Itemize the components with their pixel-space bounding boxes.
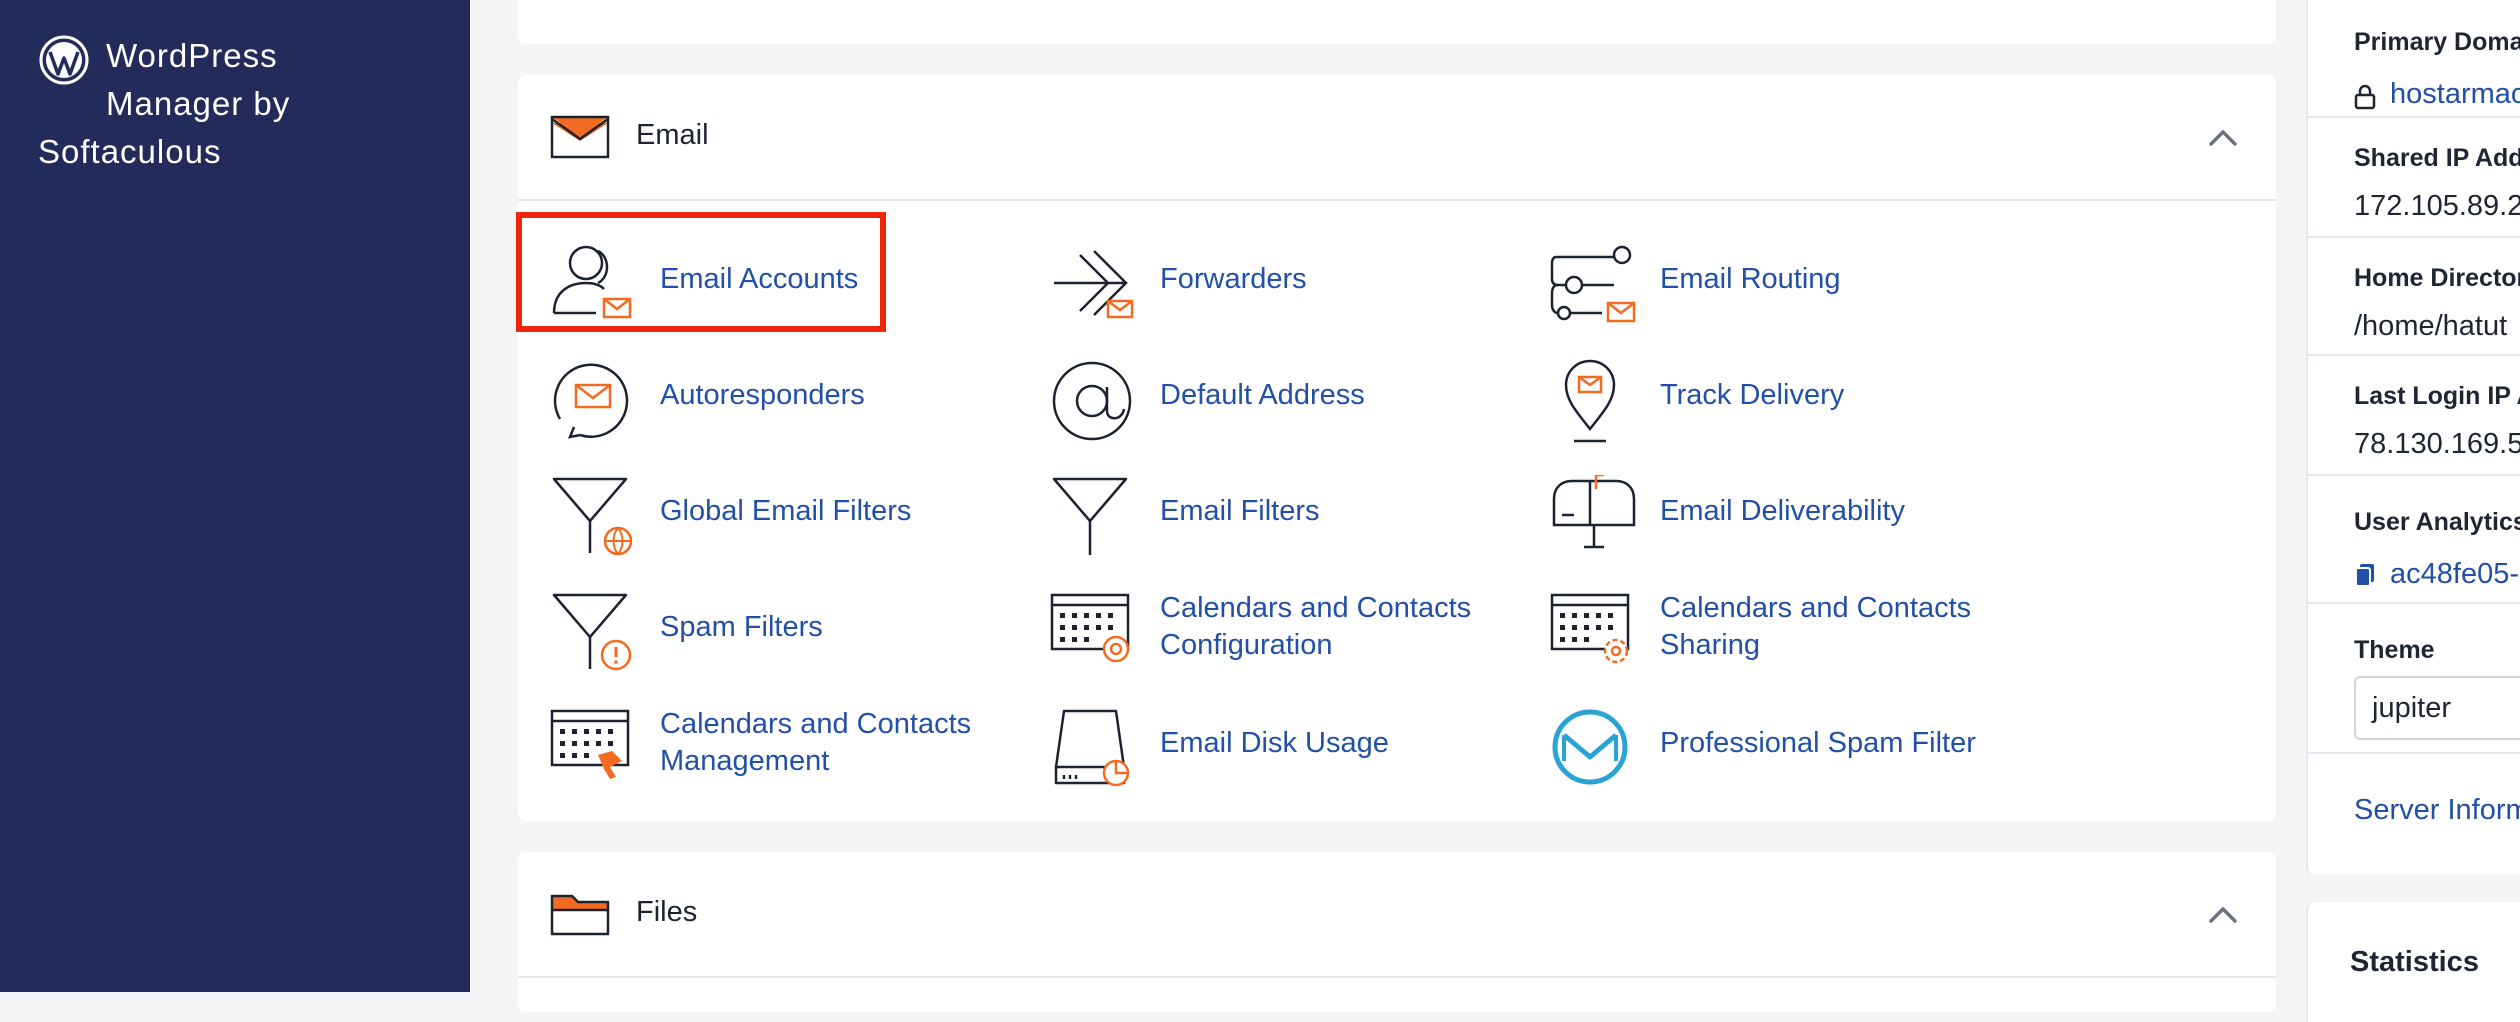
tool-professional-spam-filter[interactable]: Professional Spam Filter	[1550, 693, 2010, 793]
tool-label: Forwarders	[1160, 262, 1307, 295]
tool-label: Spam Filters	[660, 610, 823, 643]
tool-label: Calendars and Contacts Sharing	[1660, 592, 1972, 661]
shared-ip-row: Shared IP Addr 172.105.89.2	[2308, 118, 2520, 238]
spam-filters-icon	[552, 593, 632, 671]
tool-email-accounts[interactable]: Email Accounts	[550, 229, 1010, 329]
chevron-up-icon[interactable]	[2208, 127, 2238, 149]
user-analytics-value[interactable]: ac48fe05-	[2390, 558, 2519, 591]
envelope-icon	[550, 115, 610, 159]
files-section-header[interactable]: Files	[518, 852, 2276, 978]
tool-label: Email Filters	[1160, 494, 1320, 527]
tool-label: Email Accounts	[660, 262, 859, 295]
tool-label: Email Routing	[1660, 262, 1841, 295]
tool-email-disk-usage[interactable]: Email Disk Usage	[1050, 693, 1510, 793]
home-directory-value: /home/hatut	[2354, 310, 2508, 342]
primary-domain-label: Primary Doma	[2354, 28, 2520, 56]
shared-ip-value: 172.105.89.2	[2354, 190, 2520, 222]
tool-forwarders[interactable]: Forwarders	[1050, 229, 1510, 329]
sidebar-item-label-line3: Softaculous	[38, 133, 222, 170]
tool-calendars-contacts-configuration[interactable]: Calendars and Contacts Configuration	[1050, 577, 1510, 677]
tool-label: Global Email Filters	[660, 494, 912, 527]
pro-spam-filter-icon	[1552, 709, 1628, 785]
tool-label: Default Address	[1160, 378, 1365, 411]
tool-label: Calendars and Contacts Management	[660, 708, 972, 777]
primary-domain-link[interactable]: hostarmac	[2390, 78, 2520, 111]
disk-usage-icon	[1054, 709, 1130, 787]
tool-calendars-contacts-management[interactable]: Calendars and Contacts Management	[550, 693, 1010, 793]
email-deliverability-icon	[1552, 475, 1636, 549]
server-information-link[interactable]: Server Inform	[2354, 794, 2520, 827]
sidebar: WordPress Manager by Softaculous	[0, 0, 470, 992]
autoresponders-icon	[553, 363, 629, 439]
files-section: Files	[518, 852, 2276, 1012]
global-email-filters-icon	[552, 477, 633, 556]
previous-section-card	[518, 0, 2276, 44]
home-directory-row: Home Director /home/hatut	[2308, 238, 2520, 356]
lock-icon	[2354, 84, 2376, 110]
statistics-title: Statistics	[2350, 946, 2479, 978]
tool-default-address[interactable]: Default Address	[1050, 345, 1510, 445]
last-login-row: Last Login IP A 78.130.169.5	[2308, 356, 2520, 476]
tool-label: Professional Spam Filter	[1660, 726, 1976, 759]
tool-calendars-contacts-sharing[interactable]: Calendars and Contacts Sharing	[1550, 577, 2010, 677]
calendar-management-icon	[550, 709, 630, 779]
tool-label: Calendars and Contacts Configuration	[1160, 592, 1472, 661]
sidebar-item-wordpress-manager[interactable]: WordPress Manager by Softaculous	[38, 30, 458, 180]
copy-icon[interactable]	[2354, 562, 2376, 588]
email-accounts-icon	[552, 245, 632, 319]
theme-select[interactable]: jupiter	[2354, 676, 2520, 740]
tool-spam-filters[interactable]: Spam Filters	[550, 577, 1010, 677]
primary-domain-row: Primary Doma hostarmac	[2308, 0, 2520, 118]
user-analytics-row: User Analytics ac48fe05-	[2308, 476, 2520, 604]
wordpress-icon	[39, 35, 89, 85]
general-information-panel: Primary Doma hostarmac Shared IP Addr 17…	[2306, 0, 2520, 875]
default-address-icon	[1052, 361, 1132, 441]
tool-label: Autoresponders	[660, 378, 865, 411]
calendar-config-icon	[1050, 593, 1130, 663]
tool-email-filters[interactable]: Email Filters	[1050, 461, 1510, 561]
user-analytics-label: User Analytics	[2354, 508, 2520, 536]
theme-label: Theme	[2354, 636, 2435, 664]
email-section: Email Email Accounts Forwarders Email Ro…	[518, 75, 2276, 821]
files-section-title: Files	[636, 896, 698, 928]
tool-label: Track Delivery	[1660, 378, 1845, 411]
sidebar-item-label-line2: Manager by	[106, 85, 291, 122]
email-routing-icon	[1550, 245, 1636, 323]
tool-label: Email Deliverability	[1660, 494, 1905, 527]
tool-email-routing[interactable]: Email Routing	[1550, 229, 2010, 329]
folder-icon	[550, 894, 610, 936]
server-info-row: Server Inform	[2308, 754, 2520, 875]
chevron-up-icon[interactable]	[2208, 904, 2238, 926]
email-filters-icon	[1052, 477, 1128, 555]
email-section-title: Email	[636, 119, 709, 151]
last-login-label: Last Login IP A	[2354, 382, 2520, 410]
tool-label: Email Disk Usage	[1160, 726, 1389, 759]
tool-track-delivery[interactable]: Track Delivery	[1550, 345, 2010, 445]
tool-global-email-filters[interactable]: Global Email Filters	[550, 461, 1010, 561]
shared-ip-label: Shared IP Addr	[2354, 144, 2520, 172]
tool-email-deliverability[interactable]: Email Deliverability	[1550, 461, 2010, 561]
track-delivery-icon	[1564, 359, 1616, 443]
theme-row: Theme jupiter	[2308, 604, 2520, 754]
statistics-panel: Statistics	[2306, 902, 2520, 1022]
calendar-sharing-icon	[1550, 593, 1630, 664]
home-directory-label: Home Director	[2354, 264, 2520, 292]
last-login-value: 78.130.169.5	[2354, 428, 2520, 460]
tool-autoresponders[interactable]: Autoresponders	[550, 345, 1010, 445]
forwarders-icon	[1054, 250, 1134, 319]
email-section-header[interactable]: Email	[518, 75, 2276, 201]
sidebar-item-label-line1: WordPress	[106, 37, 278, 74]
